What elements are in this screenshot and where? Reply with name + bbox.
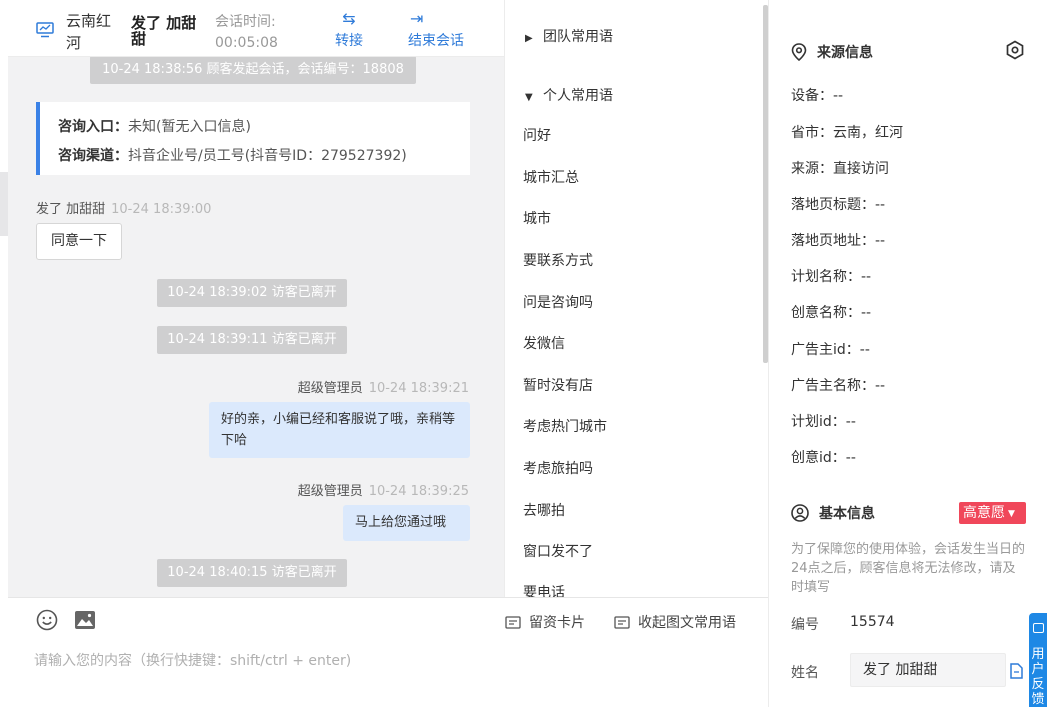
customer-name-field[interactable]: 发了 加甜甜 (850, 653, 1006, 687)
creative-id-info: 创意id：-- (791, 450, 856, 466)
message-list[interactable]: 10-24 18:38:56 顾客发起会话，会话编号：18808 咨询入口：未知… (8, 57, 496, 597)
team-phrases-label: 团队常用语 (543, 29, 613, 45)
source-info-title: 来源信息 (791, 42, 873, 62)
message-input[interactable] (34, 648, 734, 674)
consult-channel-line: 咨询渠道：抖音企业号/员工号(抖音号ID：279527392) (58, 145, 407, 165)
landing-title-info: 落地页标题：-- (791, 197, 886, 213)
feedback-tab[interactable]: 用户反馈 (1029, 613, 1047, 707)
phrase-item[interactable]: 城市 (523, 208, 551, 228)
consult-entry-label: 咨询入口： (58, 119, 128, 135)
creative-name-info: 创意名称：-- (791, 305, 872, 321)
consult-channel-label: 咨询渠道： (58, 148, 128, 164)
agent-sender-line: 超级管理员 10-24 18:39:25 (298, 480, 469, 499)
collapse-phrases-label: 收起图文常用语 (638, 615, 736, 631)
transfer-label: 转接 (335, 33, 363, 49)
caret-down-icon: ▼ (1008, 509, 1015, 519)
phrase-item[interactable]: 问好 (523, 125, 551, 145)
phrase-item[interactable]: 去哪拍 (523, 500, 565, 520)
lead-card-label: 留资卡片 (529, 615, 585, 631)
device-info: 设备：-- (791, 88, 844, 104)
visitor-left-notice: 10-24 18:39:11 访客已离开 (157, 326, 347, 354)
team-phrases-group[interactable]: ▶ 团队常用语 (525, 26, 613, 46)
visitor-message-bubble: 同意一下 (36, 223, 122, 260)
phrase-item[interactable]: 问是咨询吗 (523, 292, 593, 312)
settings-icon[interactable] (1005, 40, 1025, 60)
consult-entry-value: 未知(暂无入口信息) (128, 119, 251, 135)
visitor-location: 云南红河 (66, 12, 112, 52)
customer-name-label: 姓名 (791, 665, 819, 681)
monitor-icon (36, 22, 54, 38)
visitor-left-notice: 10-24 18:40:15 访客已离开 (157, 559, 347, 587)
session-time-label: 会话时间: (215, 14, 276, 30)
agent-sender-name: 超级管理员 (297, 484, 363, 499)
feedback-label: 用户反馈 (1031, 647, 1045, 707)
source-info-label: 来源信息 (817, 45, 873, 61)
phrase-item[interactable]: 考虑旅拍吗 (523, 458, 593, 478)
personal-phrases-group[interactable]: ▼ 个人常用语 (525, 85, 613, 105)
caret-right-icon: ▶ (525, 33, 533, 44)
phrase-item[interactable]: 城市汇总 (523, 167, 579, 187)
agent-message-bubble: 马上给您通过哦 (343, 505, 470, 541)
source-info: 来源：直接访问 (791, 161, 889, 177)
intent-level-dropdown[interactable]: 高意愿 ▼ (959, 502, 1026, 524)
lead-card-button[interactable]: 留资卡片 (505, 612, 585, 632)
collapse-phrases-button[interactable]: 收起图文常用语 (614, 612, 736, 632)
agent-sender-line: 超级管理员 10-24 18:39:21 (298, 377, 469, 396)
exit-icon: ⇥ (410, 9, 424, 28)
transfer-icon: ⇆ (342, 9, 356, 28)
agent-message-bubble: 好的亲，小编已经和客服说了哦，亲稍等下哈 (209, 402, 470, 458)
plan-name-info: 计划名称：-- (791, 269, 872, 285)
plan-id-info: 计划id：-- (791, 414, 856, 430)
common-phrases-panel: ▶ 团队常用语 ▼ 个人常用语 问好 城市汇总 城市 要联系方式 问是咨询吗 发微信… (504, 0, 768, 597)
customer-id-label: 编号 (791, 617, 819, 633)
visitor-message-time: 10-24 18:39:00 (111, 202, 212, 217)
phrase-item[interactable]: 要电话 (523, 582, 565, 597)
basic-info-label: 基本信息 (819, 506, 875, 522)
session-start-notice: 10-24 18:38:56 顾客发起会话，会话编号：18808 (90, 57, 416, 84)
end-session-button[interactable]: ⇥ 结束会话 (404, 8, 468, 50)
end-session-label: 结束会话 (408, 33, 464, 49)
feedback-icon (1033, 623, 1044, 633)
agent-sender-name: 超级管理员 (297, 381, 363, 396)
message-input-area: 留资卡片 收起图文常用语 (8, 597, 768, 707)
transfer-button[interactable]: ⇆ 转接 (330, 8, 368, 50)
emoji-icon[interactable] (36, 609, 58, 631)
user-circle-icon (791, 504, 809, 522)
consult-channel-value: 抖音企业号/员工号(抖音号ID：279527392) (128, 148, 407, 164)
basic-info-title: 基本信息 (791, 503, 875, 523)
advertiser-name-info: 广告主名称：-- (791, 378, 886, 394)
customer-info-panel: 来源信息 设备：-- 省市：云南，红河 来源：直接访问 落地页标题：-- 落地页… (768, 0, 1047, 707)
caret-down-icon: ▼ (525, 92, 533, 103)
phrase-item[interactable]: 要联系方式 (523, 250, 593, 270)
customer-id-value: 15574 (850, 614, 895, 630)
phrase-item[interactable]: 发微信 (523, 333, 565, 353)
visitor-sender-line: 发了 加甜甜 10-24 18:39:00 (36, 198, 211, 217)
province-info: 省市：云南，红河 (791, 125, 903, 141)
phrase-item[interactable]: 暂时没有店 (523, 375, 593, 395)
message-icon (614, 616, 630, 629)
agent-message-time: 10-24 18:39:21 (368, 381, 469, 396)
visitor-name: 发了 加甜甜 (131, 14, 197, 48)
personal-phrases-label: 个人常用语 (543, 88, 613, 104)
basic-info-note: 为了保障您的使用体验，会话发生当日的24点之后，顾客信息将无法修改，请及时填写 (791, 542, 1026, 595)
left-edge-strip (0, 0, 8, 707)
visitor-left-notice: 10-24 18:39:02 访客已离开 (157, 279, 347, 307)
chat-header: 云南红河 发了 加甜甜 会话时间: 00:05:08 ⇆ 转接 ⇥ 结束会话 (8, 0, 504, 57)
intent-level-label: 高意愿 (963, 505, 1005, 521)
visitor-sender-name: 发了 加甜甜 (36, 202, 106, 217)
landing-url-info: 落地页地址：-- (791, 233, 886, 249)
location-pin-icon (791, 43, 807, 62)
left-edge-tab[interactable] (0, 172, 8, 236)
advertiser-id-info: 广告主id：-- (791, 342, 870, 358)
phrase-item[interactable]: 窗口发不了 (523, 541, 593, 561)
agent-message-time: 10-24 18:39:25 (368, 484, 469, 499)
consult-entry-line: 咨询入口：未知(暂无入口信息) (58, 116, 251, 136)
copy-icon[interactable] (1009, 663, 1023, 679)
card-icon (505, 616, 521, 629)
image-icon[interactable] (74, 610, 96, 630)
phrase-item[interactable]: 考虑热门城市 (523, 416, 607, 436)
consult-entry-card: 咨询入口：未知(暂无入口信息) 咨询渠道：抖音企业号/员工号(抖音号ID：279… (36, 102, 470, 175)
session-time: 00:05:08 (215, 35, 278, 51)
